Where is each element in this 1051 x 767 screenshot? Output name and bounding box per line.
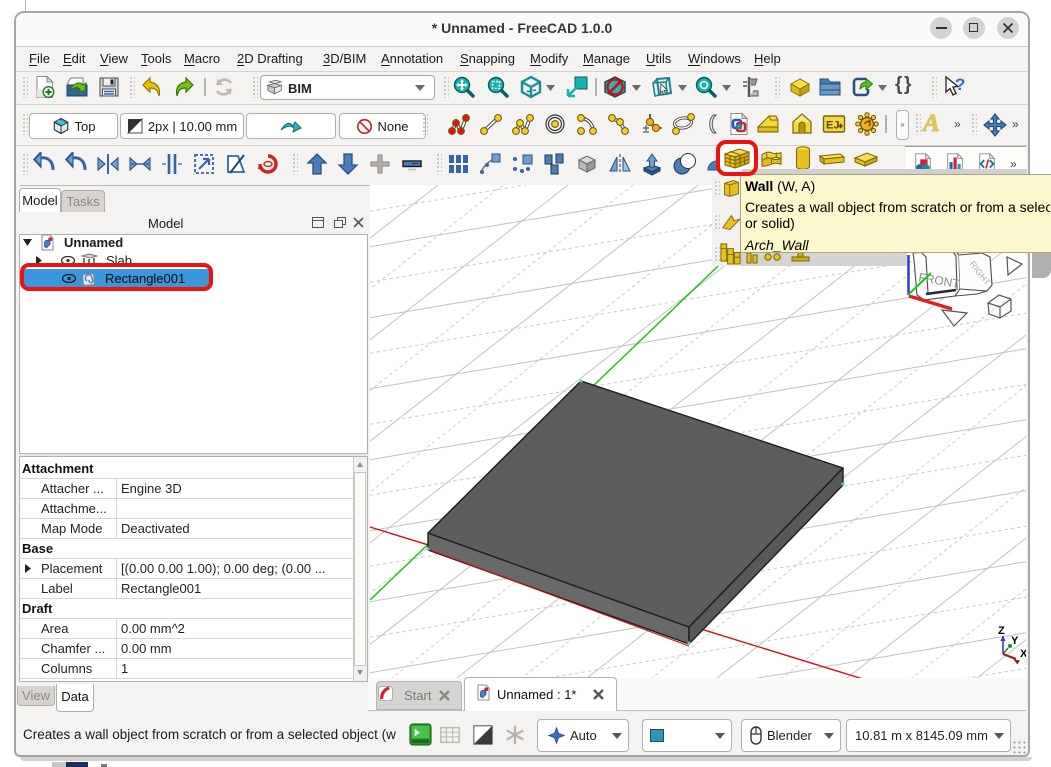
svg-text:X: X (1020, 648, 1026, 660)
svg-text:?: ? (955, 75, 965, 94)
svg-text:Y: Y (1011, 635, 1019, 647)
svg-text:Z: Z (998, 625, 1005, 637)
